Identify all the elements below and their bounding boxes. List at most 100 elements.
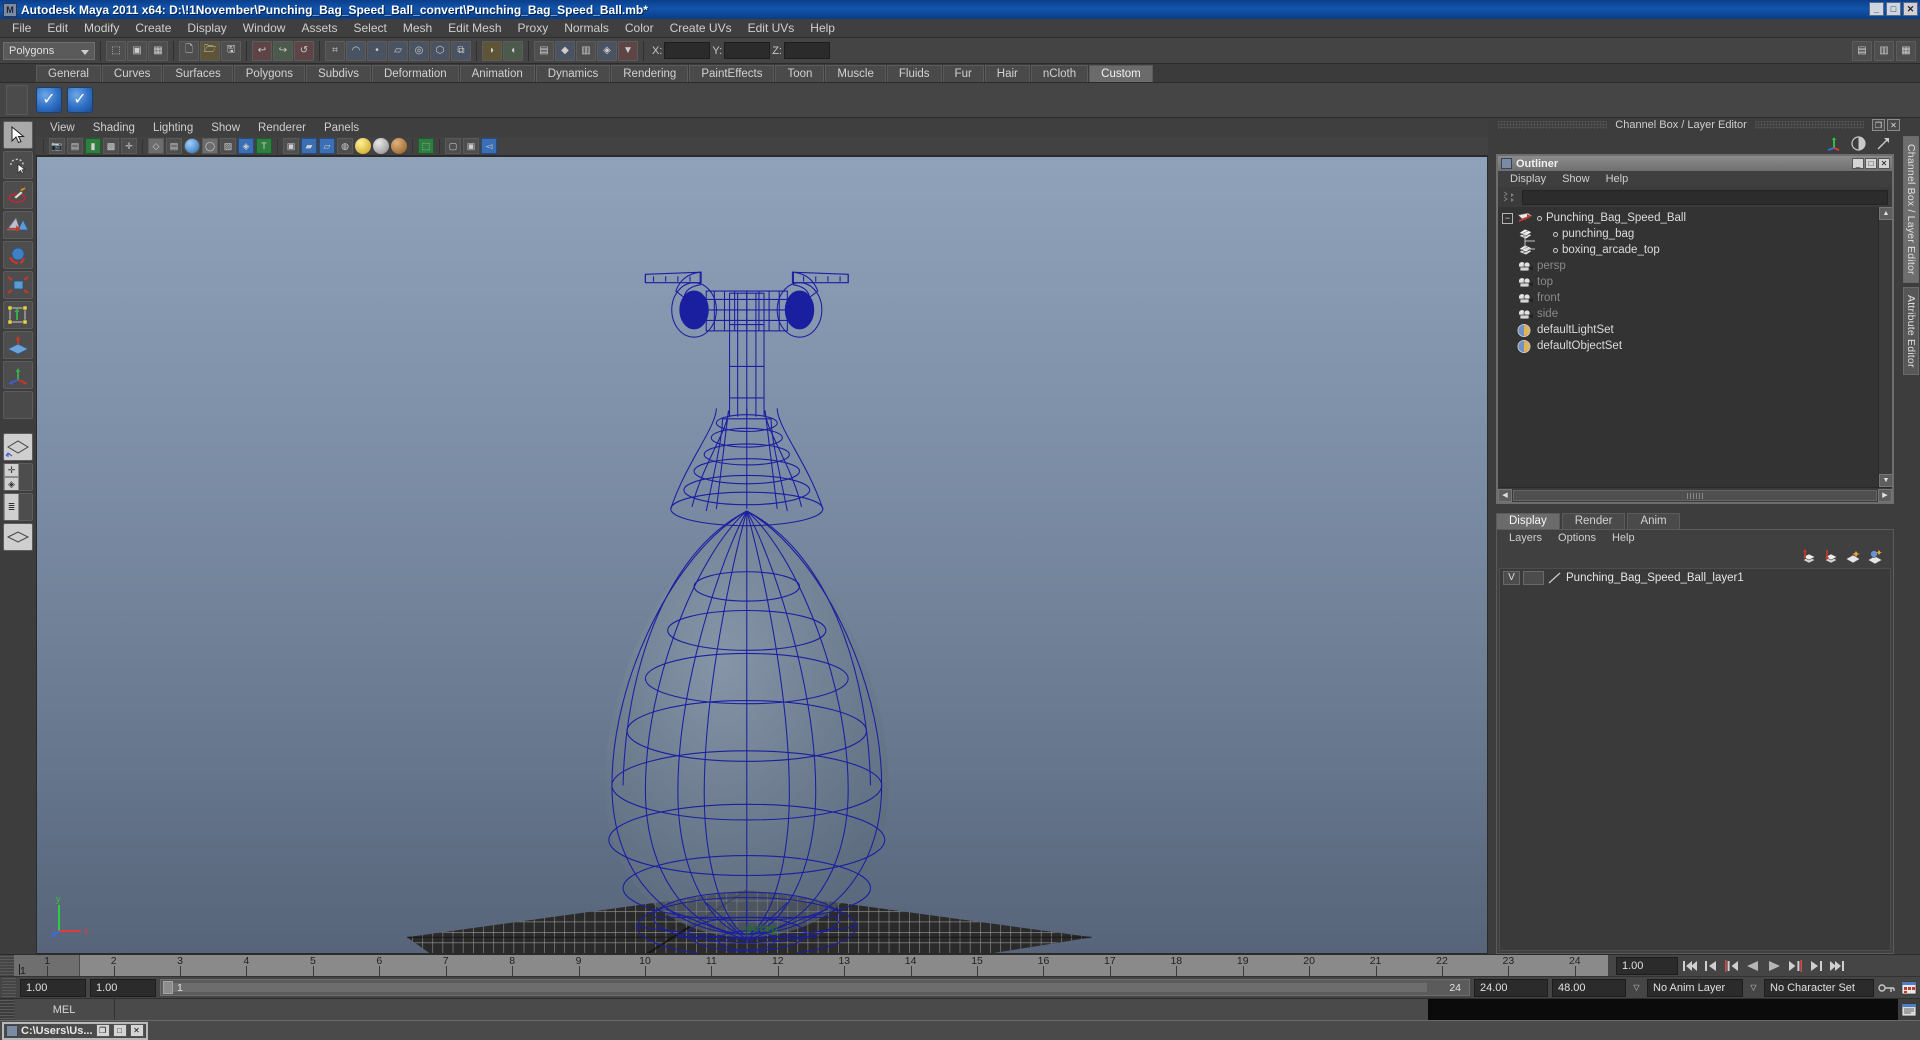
playback-end-field[interactable]: 48.00 — [1552, 978, 1626, 997]
outliner-item-persp[interactable]: persp — [1498, 258, 1878, 274]
chevron-down-icon[interactable]: ▽ — [1747, 979, 1760, 997]
outliner-item-front[interactable]: front — [1498, 290, 1878, 306]
outliner-hscroll-grip[interactable] — [1687, 492, 1703, 499]
snap-view-plane-icon[interactable]: ▱ — [388, 40, 408, 61]
select-by-hierarchy-icon[interactable]: ⬚ — [106, 40, 126, 61]
outliner-maximize-button[interactable]: □ — [1865, 158, 1877, 169]
shelf-tab-toon[interactable]: Toon — [775, 65, 825, 82]
hypershade-persp-layout-icon[interactable] — [3, 523, 33, 551]
paint-select-tool[interactable] — [3, 181, 33, 209]
four-view-layout-icon[interactable]: ✛ ◈ ✛ ✛ — [3, 463, 33, 491]
command-line-drag-handle[interactable] — [0, 999, 14, 1020]
layer-menu-options[interactable]: Options — [1550, 530, 1604, 546]
render-view-icon[interactable]: ▥ — [576, 40, 596, 61]
two-d-pan-zoom-icon[interactable]: ✛ — [121, 138, 137, 154]
shelf-drag-handle[interactable] — [6, 85, 28, 115]
outliner-menu-help[interactable]: Help — [1598, 171, 1637, 187]
anim-layer-field[interactable]: No Anim Layer — [1647, 978, 1743, 997]
shadows-icon[interactable]: ◍ — [337, 138, 353, 154]
undo-view-icon[interactable]: ↺ — [294, 40, 314, 61]
outliner-item-punching-bag[interactable]: punching_bag — [1498, 226, 1878, 242]
menu-proxy[interactable]: Proxy — [510, 19, 557, 38]
use-all-lights-icon[interactable]: ▰ — [301, 138, 317, 154]
check-icon-2[interactable]: ✓ — [67, 87, 93, 113]
last-tool-used-button[interactable] — [3, 391, 33, 419]
command-language-tab[interactable]: MEL — [14, 999, 114, 1020]
manipulator-axis-icon[interactable] — [1825, 135, 1842, 152]
outliner-filter-icon[interactable] — [1502, 190, 1518, 204]
single-perspective-view-layout-icon[interactable] — [3, 433, 33, 461]
contrast-circle-icon[interactable] — [1850, 135, 1867, 152]
bookmarks-icon[interactable]: ▮ — [85, 138, 101, 154]
shelf-tab-fur[interactable]: Fur — [942, 65, 984, 82]
layout-outliner-icon[interactable]: ≣ — [4, 494, 19, 520]
restore-icon[interactable]: ❐ — [1872, 119, 1885, 131]
outliner-item-top[interactable]: top — [1498, 274, 1878, 290]
xray-icon[interactable]: ▢ — [445, 138, 461, 154]
move-layer-up-icon[interactable] — [1801, 548, 1817, 564]
range-slider-drag-handle[interactable] — [2, 977, 16, 998]
scroll-left-arrow-icon[interactable]: ◀ — [1498, 488, 1512, 502]
show-hide-attribute-editor-icon[interactable]: ▤ — [1852, 40, 1872, 61]
image-plane-icon[interactable]: ▩ — [103, 138, 119, 154]
new-layer-from-selected-icon[interactable] — [1867, 549, 1883, 564]
outliner-item-punching-bag-speed-ball[interactable]: − Punching_Bag_Speed_Ball — [1498, 210, 1878, 226]
playback-start-field[interactable]: 24.00 — [1474, 978, 1548, 997]
use-default-lighting-icon[interactable]: ▣ — [283, 138, 299, 154]
move-layer-down-icon[interactable] — [1823, 549, 1839, 564]
select-camera-icon[interactable]: 📷 — [49, 138, 65, 154]
tab-display[interactable]: Display — [1496, 513, 1560, 529]
play-forwards-icon[interactable] — [1765, 957, 1783, 975]
panel-menu-view[interactable]: View — [41, 120, 84, 137]
step-forward-frame-icon[interactable] — [1786, 957, 1804, 975]
undo-icon[interactable]: ↩ — [252, 40, 272, 61]
shelf-tab-hair[interactable]: Hair — [984, 65, 1030, 82]
scroll-down-arrow-icon[interactable]: ▼ — [1879, 474, 1892, 487]
shelf-tab-fluids[interactable]: Fluids — [886, 65, 942, 82]
exposure-control-icon[interactable]: ◅ — [481, 138, 497, 154]
outliner-item-default-light-set[interactable]: defaultLightSet — [1498, 322, 1878, 338]
outliner-minimize-button[interactable]: _ — [1852, 158, 1864, 169]
menu-edit[interactable]: Edit — [39, 19, 76, 38]
dock-drag-grip-left[interactable] — [1498, 121, 1608, 129]
close-icon[interactable]: ✕ — [1887, 119, 1900, 131]
save-scene-icon[interactable]: 🖫 — [221, 40, 241, 61]
layer-name-label[interactable]: Punching_Bag_Speed_Ball_layer1 — [1566, 572, 1744, 584]
render-current-frame-icon[interactable]: ◗ — [482, 40, 502, 61]
shade-options-icon[interactable]: ▨ — [220, 138, 236, 154]
hypergraph-icon[interactable]: ◈ — [597, 40, 617, 61]
menu-file[interactable]: File — [4, 19, 39, 38]
menu-edit-uvs[interactable]: Edit UVs — [740, 19, 803, 38]
make-live-icon[interactable]: ⬡ — [430, 40, 450, 61]
menu-select[interactable]: Select — [345, 19, 394, 38]
go-to-start-icon[interactable] — [1681, 957, 1699, 975]
texture-icon[interactable]: T — [256, 138, 272, 154]
outliner-expand-toggle[interactable]: − — [1502, 212, 1513, 224]
shelf-tab-animation[interactable]: Animation — [459, 65, 535, 82]
vtab-channel-box-layer-editor[interactable]: Channel Box / Layer Editor — [1903, 136, 1919, 283]
taskbar-close-button[interactable]: ✕ — [129, 1024, 144, 1037]
shelf-tab-deformation[interactable]: Deformation — [371, 65, 459, 82]
select-tool[interactable] — [3, 121, 33, 149]
time-slider-drag-handle[interactable] — [0, 955, 14, 976]
go-to-end-icon[interactable] — [1828, 957, 1846, 975]
soft-modification-tool[interactable] — [3, 331, 33, 359]
isolate-select-icon[interactable]: ⬚ — [418, 138, 434, 154]
construction-history-icon[interactable]: ⧉ — [451, 40, 471, 61]
layout-quad-topleft-icon[interactable]: ✛ — [4, 464, 19, 477]
step-forward-keyframe-icon[interactable] — [1807, 957, 1825, 975]
panel-menu-renderer[interactable]: Renderer — [249, 120, 315, 137]
move-tool[interactable] — [3, 211, 33, 239]
smooth-shade-selected-icon[interactable] — [184, 138, 200, 154]
layer-menu-layers[interactable]: Layers — [1501, 530, 1550, 546]
outliner-horizontal-scrollbar[interactable]: ◀ ▶ — [1498, 487, 1892, 502]
snap-point-icon[interactable]: • — [367, 40, 387, 61]
outliner-hscroll-track[interactable] — [1513, 489, 1877, 501]
default-quality-rendering-icon[interactable] — [373, 138, 389, 154]
axis-y-field[interactable] — [724, 42, 771, 59]
tab-render[interactable]: Render — [1561, 513, 1626, 529]
outliner-menu-display[interactable]: Display — [1502, 171, 1554, 187]
wireframe-shading-icon[interactable]: ◇ — [148, 138, 164, 154]
render-settings-icon[interactable]: ▤ — [534, 40, 554, 61]
outliner-tree[interactable]: − Punching_Bag_Speed_Ball punching_bag b… — [1498, 207, 1892, 487]
